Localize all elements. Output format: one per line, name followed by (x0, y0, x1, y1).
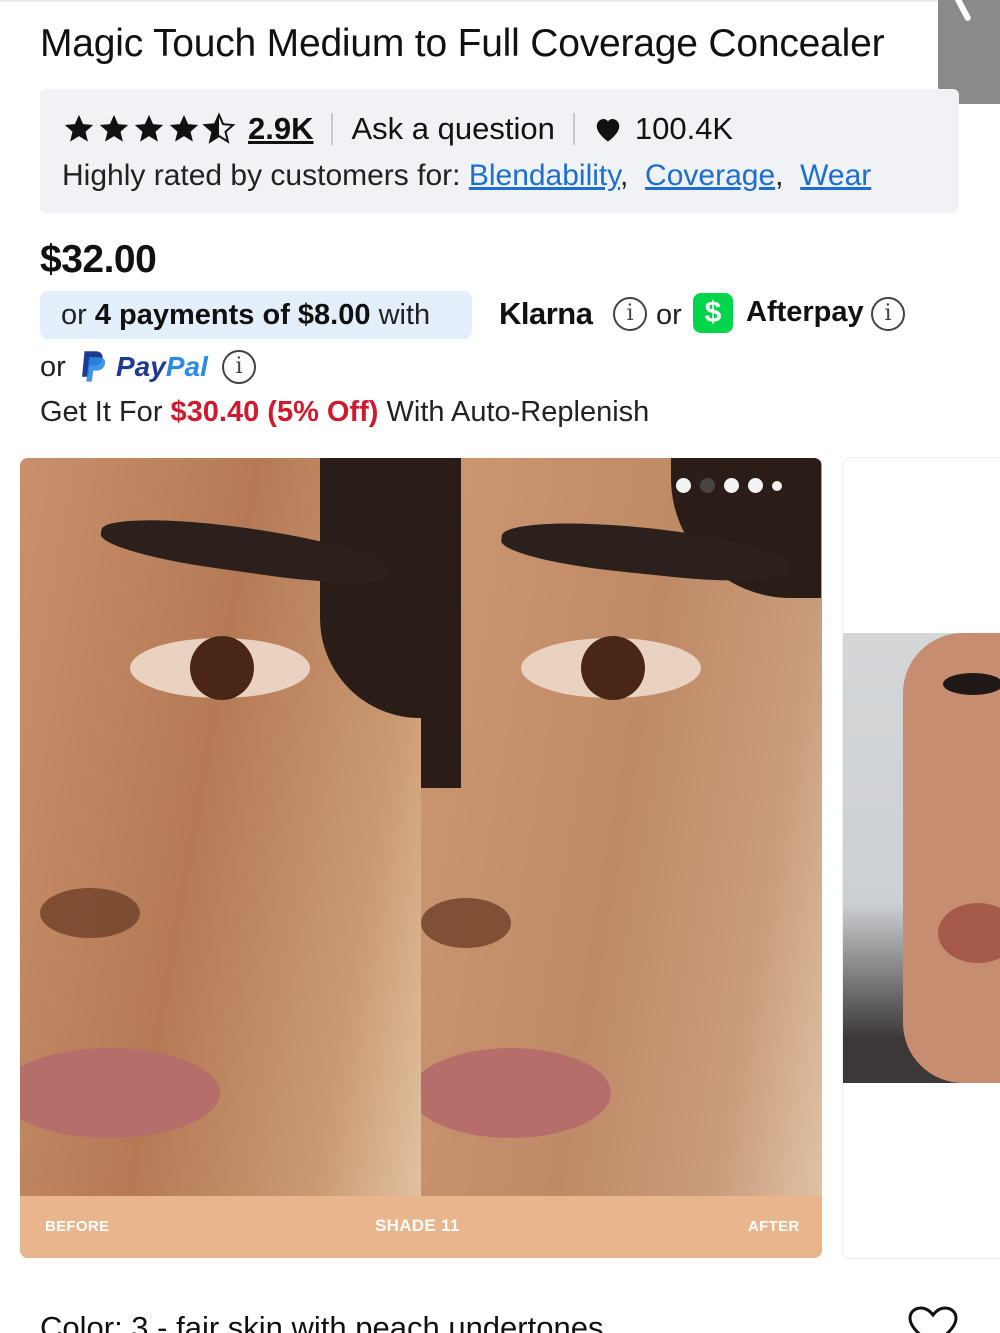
star-rating[interactable] (62, 112, 236, 146)
next-image-card[interactable] (843, 458, 1000, 1258)
next-photo (843, 633, 1000, 1083)
or-text: or (40, 351, 66, 383)
loves-count: 100.4K (634, 111, 734, 146)
carousel-dot[interactable] (676, 478, 691, 493)
reviews-link[interactable]: 2.9K (248, 111, 313, 147)
ask-question-link[interactable]: Ask a question (351, 111, 554, 147)
nose (40, 888, 140, 938)
lips (20, 1048, 220, 1138)
paypal-pal: Pal (165, 351, 208, 382)
hair (320, 458, 421, 718)
tag-link-wear[interactable]: Wear (800, 159, 871, 192)
replenish-prefix: Get It For (40, 396, 163, 428)
klarna-logo[interactable]: Klarna (499, 296, 593, 332)
installments-amount: 4 payments of $8.00 (94, 299, 371, 331)
afterpay-info-icon[interactable]: i (871, 297, 905, 331)
caption-bar: BEFORE SHADE 11 AFTER (20, 1196, 822, 1258)
carousel-dot[interactable] (700, 478, 715, 493)
product-title: Magic Touch Medium to Full Coverage Conc… (40, 22, 885, 65)
next-face (903, 633, 1000, 1083)
tag-link-blendability[interactable]: Blendability (469, 159, 620, 192)
carousel-dot[interactable] (724, 478, 739, 493)
installments-with: with (378, 299, 431, 331)
caption-before: BEFORE (45, 1218, 110, 1235)
klarna-info-icon[interactable]: i (613, 297, 647, 331)
divider (572, 113, 575, 145)
or-text: or (656, 299, 682, 331)
color-selector-label: Color: 3 - fair skin with peach underton… (40, 1310, 604, 1333)
caption-shade: SHADE 11 (375, 1216, 460, 1235)
replenish-suffix: With Auto-Replenish (386, 396, 650, 428)
next-lashes (943, 673, 1000, 695)
rating-row: 2.9K Ask a question 100.4K (62, 109, 733, 149)
iris (581, 636, 645, 700)
paypal-wordmark[interactable]: PayPal (116, 351, 208, 383)
rating-summary: 2.9K Ask a question 100.4K Highly rated … (40, 89, 959, 213)
nose (421, 898, 511, 948)
cashapp-icon: $ (693, 293, 733, 333)
divider (331, 113, 334, 145)
paypal-pay: Pay (116, 351, 166, 382)
product-image-carousel[interactable]: BEFORE SHADE 11 AFTER (20, 458, 822, 1258)
star-full-icon (99, 114, 129, 142)
after-photo (421, 458, 822, 1196)
handle-mark (954, 0, 972, 22)
installments-pill: or 4 payments of $8.00 with (40, 291, 472, 339)
paypal-info-icon[interactable]: i (222, 350, 256, 384)
tag-link-coverage[interactable]: Coverage (645, 159, 775, 192)
star-full-icon (64, 114, 94, 142)
star-full-icon (134, 114, 164, 142)
paypal-logo-icon[interactable] (78, 350, 108, 384)
hair (421, 458, 461, 788)
carousel-dot[interactable] (772, 480, 782, 491)
installments-or: or (61, 299, 87, 331)
star-half-icon (202, 112, 236, 144)
carousel-pagination[interactable] (676, 478, 782, 493)
highly-rated-label: Highly rated by customers for: (62, 159, 461, 192)
caption-after: AFTER (748, 1218, 800, 1235)
before-photo (20, 458, 421, 1196)
star-full-icon (169, 114, 199, 142)
price: $32.00 (40, 238, 157, 281)
lips (421, 1048, 611, 1138)
auto-replenish-offer: Get It For $30.40 (5% Off) With Auto-Rep… (40, 396, 649, 429)
afterpay-link[interactable]: Afterpay (746, 296, 864, 329)
heart-icon[interactable] (593, 115, 623, 143)
heart-outline-icon[interactable] (906, 1306, 960, 1333)
iris (190, 636, 254, 700)
highly-rated-line: Highly rated by customers for: Blendabil… (62, 159, 872, 192)
replenish-discount: $30.40 (5% Off) (170, 396, 379, 428)
top-divider (0, 0, 1000, 2)
carousel-dot[interactable] (748, 478, 763, 493)
